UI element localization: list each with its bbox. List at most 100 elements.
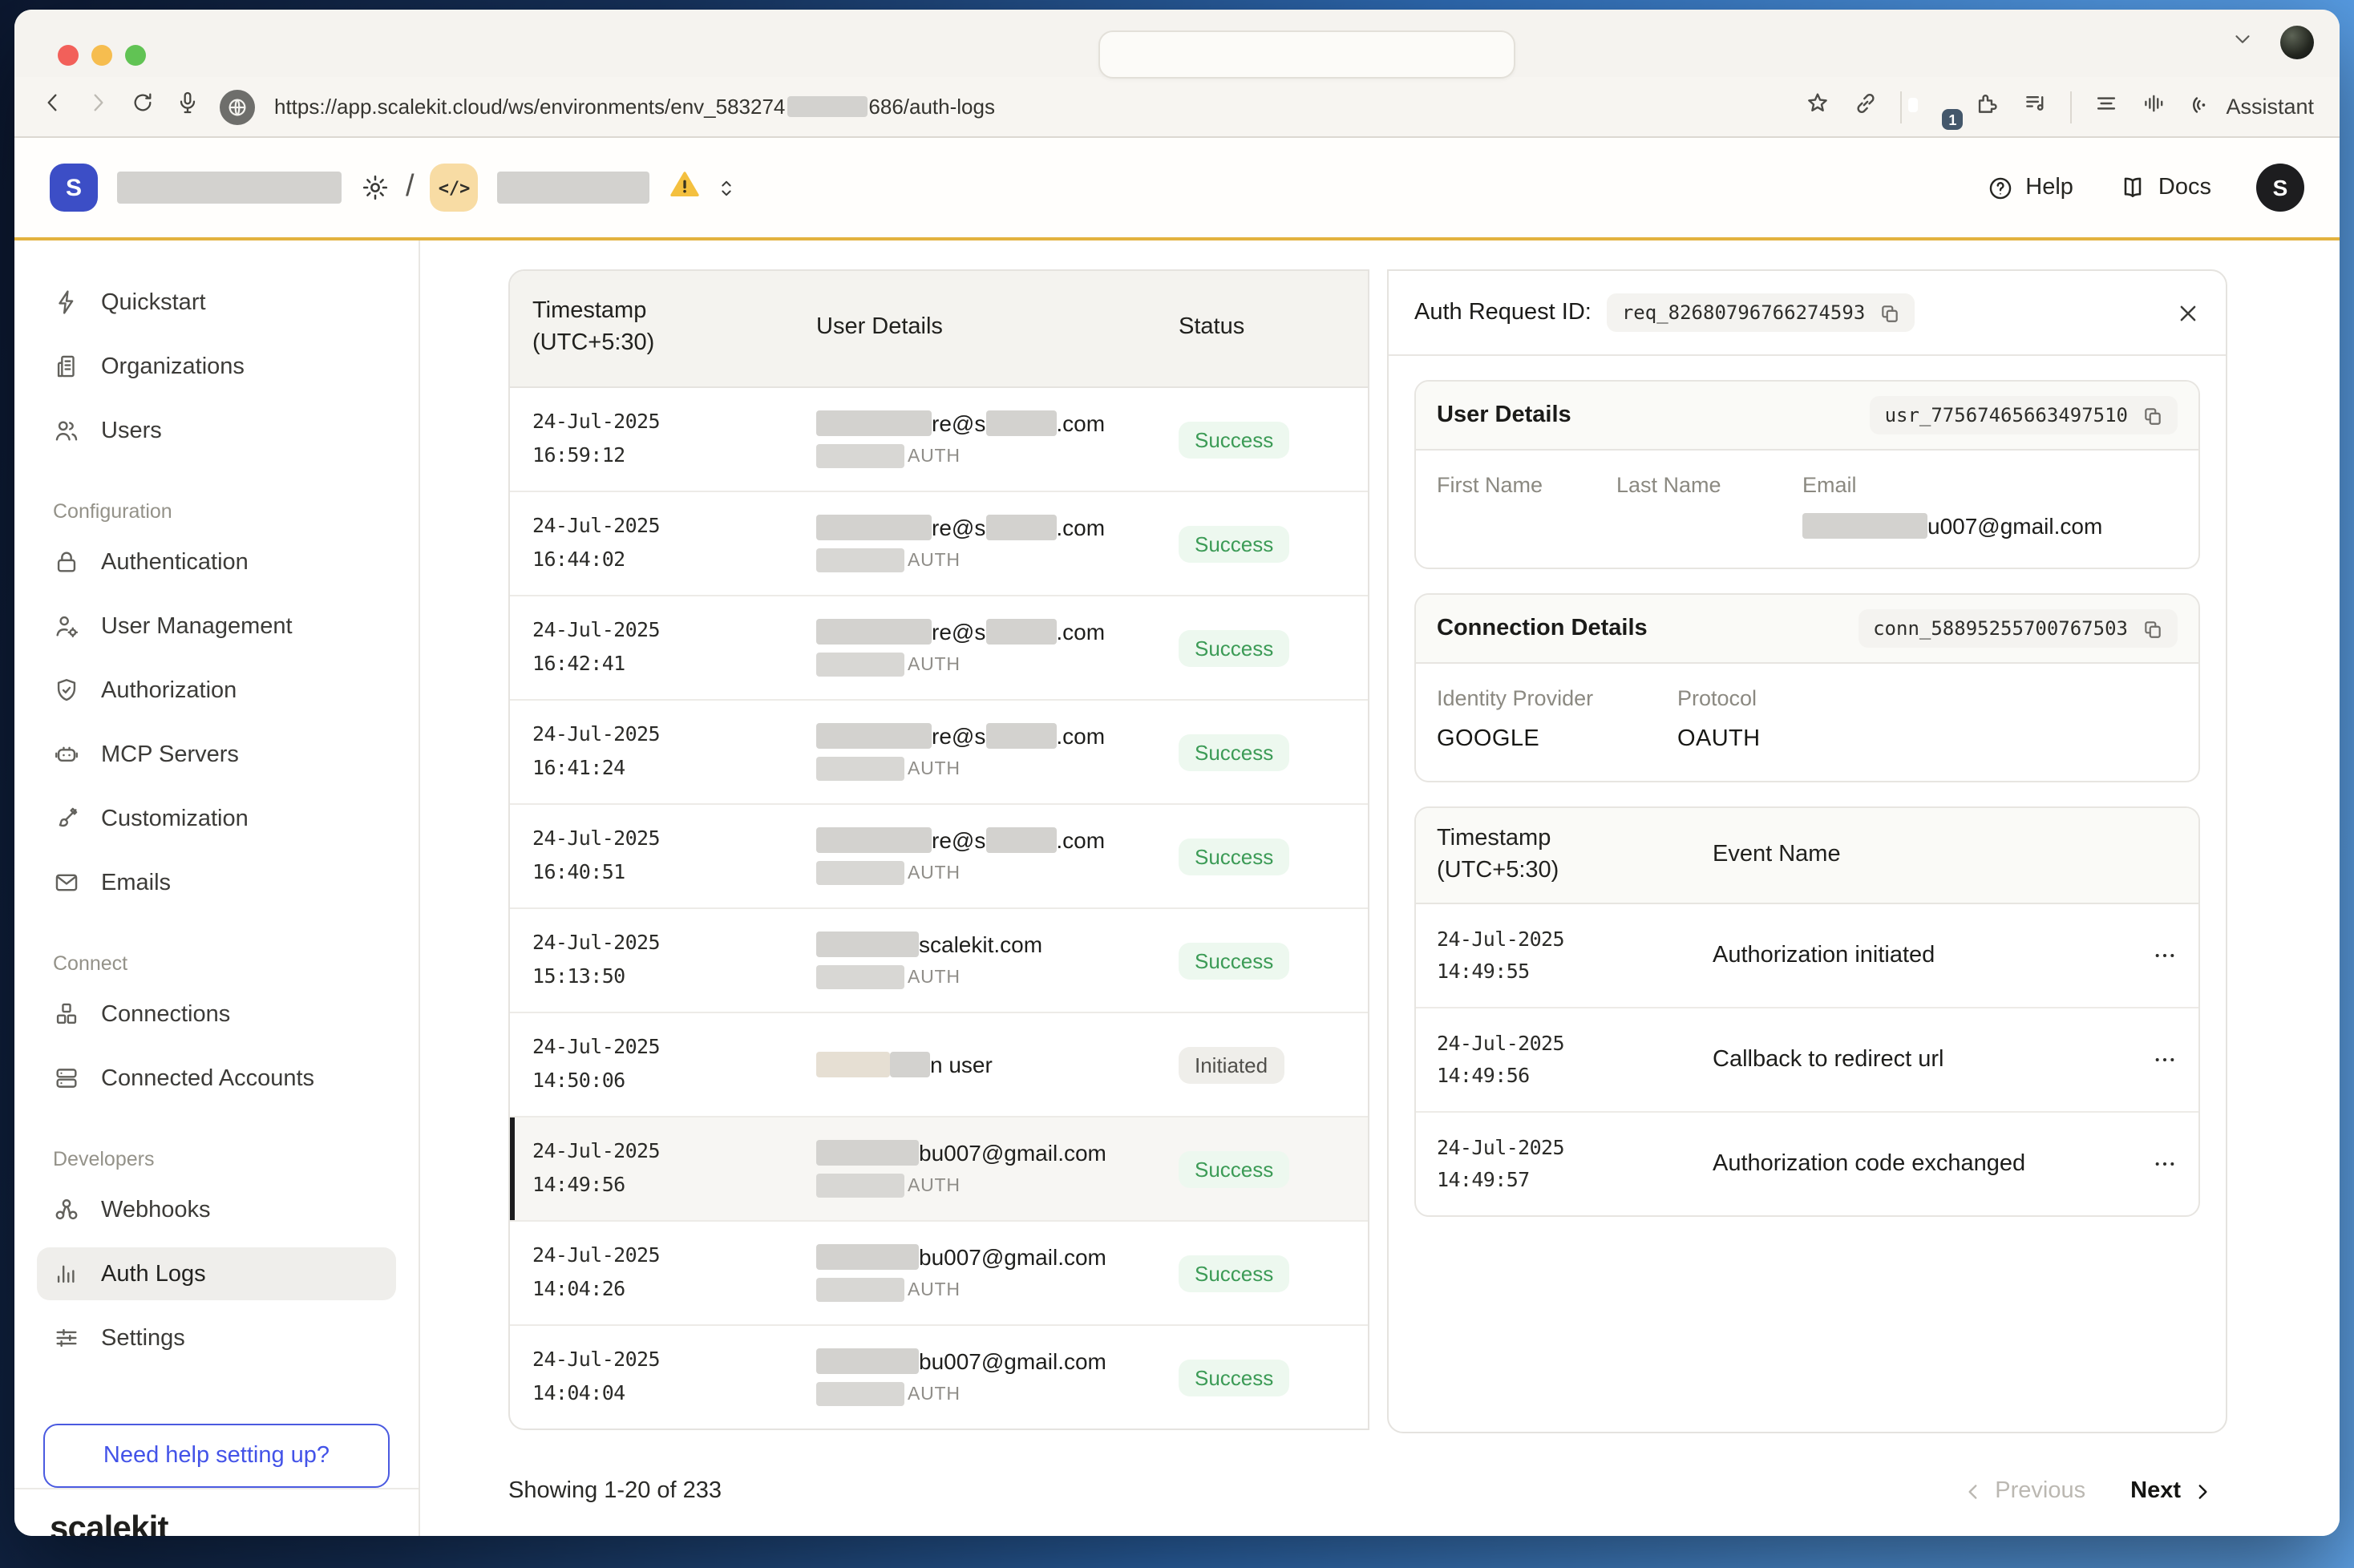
workspace-logo[interactable]: S xyxy=(50,164,98,212)
help-button[interactable]: Help xyxy=(1987,174,2073,201)
log-row[interactable]: 24-Jul-202514:04:26bu007@gmail.comAUTHSu… xyxy=(510,1222,1368,1326)
assistant-button[interactable]: Assistant xyxy=(2189,91,2314,123)
previous-page-button[interactable]: Previous xyxy=(1963,1478,2085,1504)
titlebar xyxy=(14,10,2340,77)
next-page-button[interactable]: Next xyxy=(2130,1478,2213,1504)
sidebar-item-label: Organizations xyxy=(101,354,245,379)
event-menu-icon[interactable] xyxy=(2136,1151,2178,1177)
status-badge: Success xyxy=(1179,942,1289,979)
log-table-header: Timestamp(UTC+5:30) User Details Status xyxy=(510,271,1368,388)
mic-icon[interactable] xyxy=(175,90,200,123)
status-badge: Success xyxy=(1179,733,1289,770)
status-badge: Success xyxy=(1179,1150,1289,1187)
sidebar-item-settings[interactable]: Settings xyxy=(37,1311,396,1364)
sidebar-item-label: Auth Logs xyxy=(101,1261,206,1287)
close-window-button[interactable] xyxy=(58,45,79,66)
sidebar-item-label: MCP Servers xyxy=(101,742,239,767)
log-row[interactable]: 24-Jul-202514:50:06n userInitiated xyxy=(510,1013,1368,1117)
sidebar-item-user-management[interactable]: User Management xyxy=(37,600,396,653)
sidebar-item-connections[interactable]: Connections xyxy=(37,988,396,1041)
bookmark-star-icon[interactable] xyxy=(1804,89,1831,124)
url-text[interactable]: https://app.scalekit.cloud/ws/environmen… xyxy=(274,95,995,119)
event-row[interactable]: 24-Jul-202514:49:57 Authorization code e… xyxy=(1416,1111,2198,1215)
chevron-down-icon[interactable] xyxy=(2231,26,2255,59)
user-id-chip[interactable]: usr_77567465663497510 xyxy=(1871,396,2178,434)
user-avatar[interactable]: S xyxy=(2256,164,2304,212)
extensions-puzzle-icon[interactable] xyxy=(1974,89,2001,124)
sidebar-section-developers: Developers xyxy=(37,1148,396,1170)
need-help-button[interactable]: Need help setting up? xyxy=(43,1424,390,1488)
sidebar-item-auth-logs[interactable]: Auth Logs xyxy=(37,1247,396,1300)
event-menu-icon[interactable] xyxy=(2136,943,2178,968)
workspace-settings-gear-icon[interactable] xyxy=(361,173,390,202)
site-info-globe-icon[interactable] xyxy=(220,89,255,124)
log-row[interactable]: 24-Jul-202514:04:04bu007@gmail.comAUTHSu… xyxy=(510,1326,1368,1430)
log-row[interactable]: 24-Jul-202516:42:41re@s.comAUTHSuccess xyxy=(510,596,1368,701)
back-icon[interactable] xyxy=(40,90,66,123)
users-icon xyxy=(53,417,80,444)
copy-icon[interactable] xyxy=(2142,405,2163,426)
sidebar-item-customization[interactable]: Customization xyxy=(37,792,396,845)
close-icon[interactable] xyxy=(2176,301,2200,325)
playlist-icon[interactable] xyxy=(2022,89,2049,124)
pinned-extension-icon[interactable]: 1 xyxy=(1923,91,1953,122)
browser-profile-avatar[interactable] xyxy=(2280,26,2314,59)
status-column-header: Status xyxy=(1179,313,1368,344)
first-name-label: First Name xyxy=(1437,473,1616,497)
lock-icon xyxy=(53,548,80,576)
sidebar: Quickstart Organizations Users Configura… xyxy=(14,240,420,1536)
minimize-window-button[interactable] xyxy=(91,45,112,66)
sidebar-item-label: Connected Accounts xyxy=(101,1065,314,1091)
browser-tab[interactable] xyxy=(1098,30,1515,79)
sidebar-item-authentication[interactable]: Authentication xyxy=(37,535,396,588)
log-row[interactable]: 24-Jul-202516:44:02re@s.comAUTHSuccess xyxy=(510,492,1368,596)
shield-check-icon xyxy=(53,677,80,704)
breadcrumb-separator: / xyxy=(406,170,415,205)
pagination: Showing 1-20 of 233 Previous Next xyxy=(508,1478,2213,1504)
sidebar-item-webhooks[interactable]: Webhooks xyxy=(37,1183,396,1236)
copy-icon[interactable] xyxy=(1879,302,1900,323)
forward-icon[interactable] xyxy=(85,90,111,123)
toolbar-separator xyxy=(2070,91,2072,123)
environment-icon[interactable]: </> xyxy=(431,164,479,212)
event-menu-icon[interactable] xyxy=(2136,1047,2178,1073)
sidebar-item-authorization[interactable]: Authorization xyxy=(37,664,396,717)
log-row[interactable]: 24-Jul-202515:13:50scalekit.comAUTHSucce… xyxy=(510,909,1368,1013)
copy-icon[interactable] xyxy=(2142,618,2163,639)
reader-mode-icon[interactable] xyxy=(2093,89,2120,124)
sidebar-item-emails[interactable]: Emails xyxy=(37,856,396,909)
connection-id-chip[interactable]: conn_58895255700767503 xyxy=(1859,609,2178,648)
status-badge: Success xyxy=(1179,1359,1289,1396)
reload-icon[interactable] xyxy=(130,90,156,123)
sidebar-item-quickstart[interactable]: Quickstart xyxy=(37,276,396,329)
sidebar-item-mcp-servers[interactable]: MCP Servers xyxy=(37,728,396,781)
sidebar-item-organizations[interactable]: Organizations xyxy=(37,340,396,393)
timestamp-column-header: Timestamp(UTC+5:30) xyxy=(532,297,816,360)
waveform-icon[interactable] xyxy=(2141,89,2168,124)
showing-count: Showing 1-20 of 233 xyxy=(508,1478,722,1504)
sliders-icon xyxy=(53,1324,80,1352)
protocol-value: OAUTH xyxy=(1677,726,2178,752)
log-row-selected[interactable]: 24-Jul-202514:49:56bu007@gmail.comAUTHSu… xyxy=(510,1117,1368,1222)
sidebar-item-label: Connections xyxy=(101,1001,230,1027)
event-row[interactable]: 24-Jul-202514:49:55 Authorization initia… xyxy=(1416,904,2198,1007)
log-row[interactable]: 24-Jul-202516:59:12re@s.comAUTHSuccess xyxy=(510,388,1368,492)
event-row[interactable]: 24-Jul-202514:49:56 Callback to redirect… xyxy=(1416,1007,2198,1111)
url-suffix: 686/auth-logs xyxy=(868,95,995,119)
sidebar-item-users[interactable]: Users xyxy=(37,404,396,457)
assistant-icon xyxy=(2189,91,2216,123)
events-timestamp-header: Timestamp(UTC+5:30) xyxy=(1437,824,1713,887)
copy-link-icon[interactable] xyxy=(1852,89,1879,124)
auth-request-id-label: Auth Request ID: xyxy=(1414,300,1592,325)
log-row[interactable]: 24-Jul-202516:41:24re@s.comAUTHSuccess xyxy=(510,701,1368,805)
url-redacted xyxy=(787,96,867,117)
sidebar-item-label: User Management xyxy=(101,613,293,639)
zoom-window-button[interactable] xyxy=(125,45,146,66)
sidebar-item-connected-accounts[interactable]: Connected Accounts xyxy=(37,1052,396,1105)
environment-switcher-chevrons-icon[interactable] xyxy=(716,174,738,201)
email-label: Email xyxy=(1802,473,2178,497)
status-badge: Success xyxy=(1179,629,1289,666)
docs-button[interactable]: Docs xyxy=(2118,173,2211,202)
auth-request-id-chip[interactable]: req_82680796766274593 xyxy=(1608,293,1915,332)
log-row[interactable]: 24-Jul-202516:40:51re@s.comAUTHSuccess xyxy=(510,805,1368,909)
